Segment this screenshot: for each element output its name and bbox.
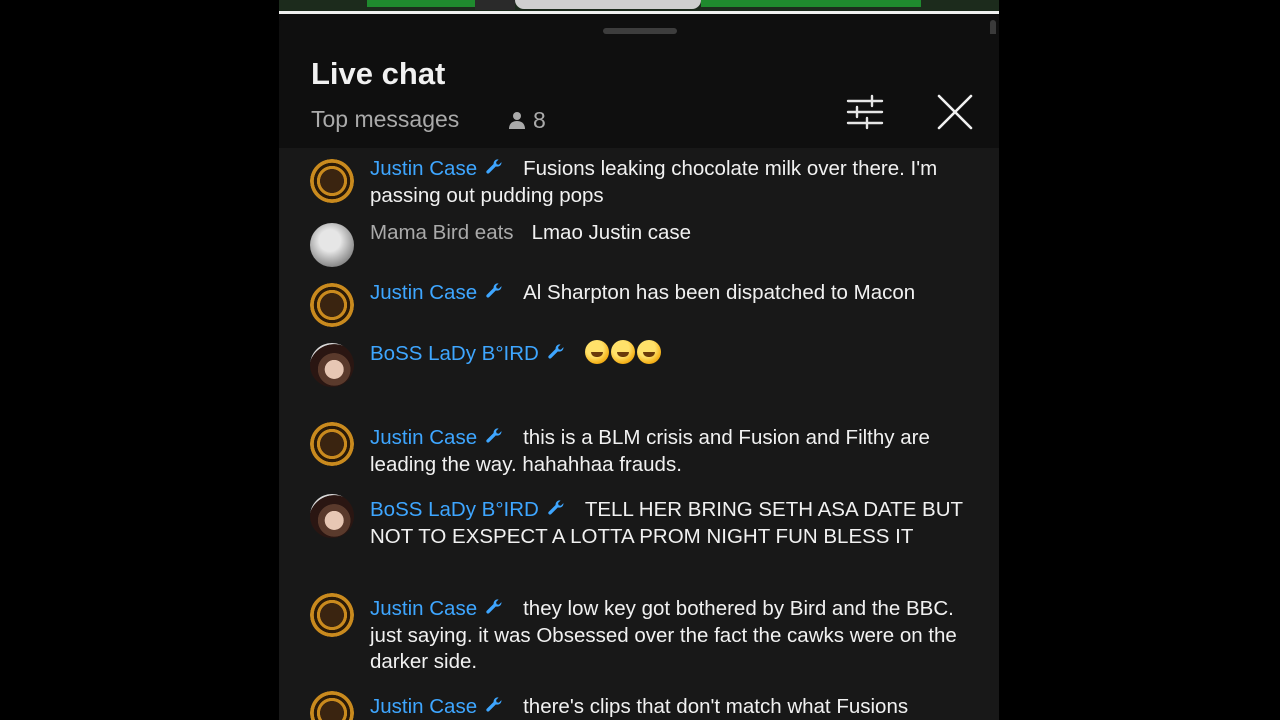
avatar[interactable]	[310, 159, 354, 203]
avatar[interactable]	[310, 422, 354, 466]
wrench-icon	[486, 697, 502, 712]
wrench-icon	[486, 428, 502, 443]
video-preview-strip[interactable]	[279, 0, 999, 11]
person-icon	[509, 112, 525, 129]
avatar[interactable]	[310, 593, 354, 637]
avatar[interactable]	[310, 691, 354, 720]
chat-title: Live chat	[311, 56, 446, 91]
wrench-icon	[486, 283, 502, 298]
close-icon	[937, 94, 973, 130]
wrench-icon	[486, 599, 502, 614]
rofl-emoji	[610, 340, 635, 364]
sliders-icon	[846, 94, 884, 130]
message-emojis	[584, 340, 663, 365]
avatar[interactable]	[310, 223, 354, 267]
author-name[interactable]: Justin Case	[370, 597, 505, 620]
author-name[interactable]: Mama Bird eats	[370, 221, 514, 244]
top-messages-selector[interactable]: Top messages	[311, 106, 459, 133]
author-name[interactable]: Justin Case	[370, 157, 505, 180]
avatar[interactable]	[310, 494, 354, 538]
author-name[interactable]: Justin Case	[370, 695, 505, 718]
message-text: Lmao Justin case	[531, 221, 692, 244]
chat-header: Live chat Top messages 8	[279, 34, 999, 148]
wrench-icon	[548, 500, 564, 515]
close-button[interactable]	[935, 92, 975, 132]
rofl-emoji	[636, 340, 661, 364]
chat-message-list[interactable]: Justin Case Fusions leaking chocolate mil…	[279, 148, 999, 720]
chat-sheet: Live chat Top messages 8 Justin Case Fus…	[279, 14, 999, 720]
author-name[interactable]: BoSS LaDy B°IRD	[370, 498, 567, 521]
message-text: Al Sharpton has been dispatched to Macon	[523, 281, 916, 304]
rofl-emoji	[584, 340, 609, 364]
live-chat-panel: Live chat Top messages 8 Justin Case Fus…	[279, 0, 999, 720]
author-name[interactable]: Justin Case	[370, 281, 505, 304]
viewer-count: 8	[507, 106, 546, 134]
wrench-icon	[548, 344, 564, 359]
author-name[interactable]: BoSS LaDy B°IRD	[370, 342, 567, 365]
viewer-count-value: 8	[533, 106, 546, 133]
avatar[interactable]	[310, 283, 354, 327]
filter-button[interactable]	[845, 92, 885, 132]
wrench-icon	[486, 159, 502, 174]
avatar[interactable]	[310, 343, 354, 387]
author-name[interactable]: Justin Case	[370, 426, 505, 449]
